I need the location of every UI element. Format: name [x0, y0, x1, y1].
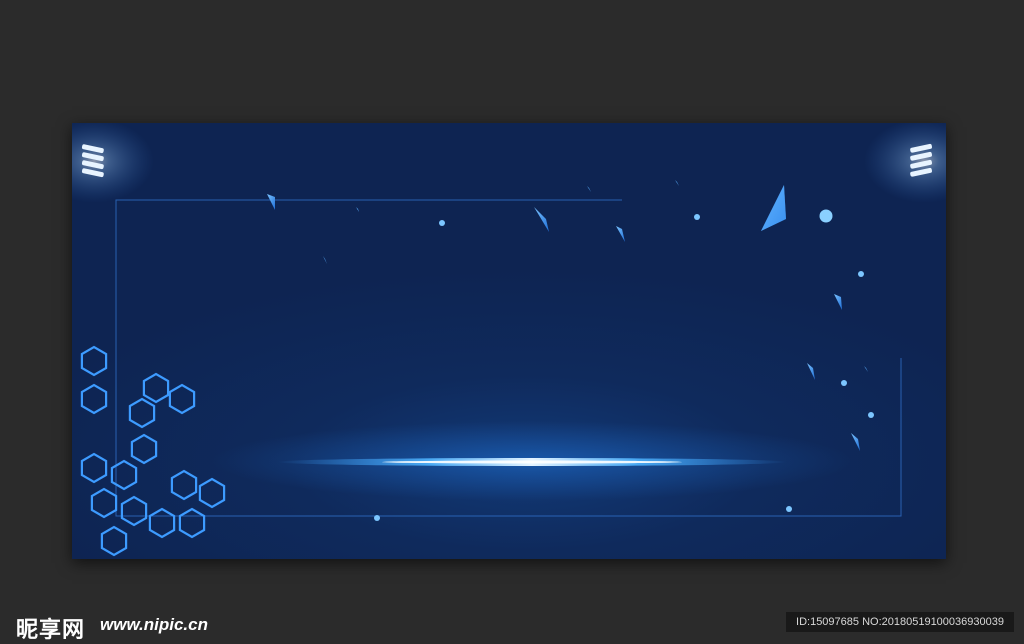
spotlight-left [72, 123, 154, 203]
crystal-shards [267, 180, 868, 451]
hexagon-outline [130, 433, 158, 465]
image-id-label: ID:15097685 NO:20180519100036930039 [786, 612, 1014, 632]
hexagon-outline [100, 525, 128, 557]
poster-canvas [72, 123, 946, 559]
hexagon-outline [90, 487, 118, 519]
hexagon-outline [198, 477, 226, 509]
hexagon-outline [128, 397, 156, 429]
hexagon-outline [80, 345, 108, 377]
hexagon-outline [120, 495, 148, 527]
hexagon-outline [178, 507, 206, 539]
hexagon-outline [142, 372, 170, 404]
light-beam [212, 421, 852, 501]
hexagon-outline [170, 469, 198, 501]
hexagon-outline [80, 383, 108, 415]
hexagon-outline [80, 452, 108, 484]
hexagon-outline [168, 383, 196, 415]
watermark-url: www.nipic.cn [100, 615, 208, 634]
hexagon-outline [148, 507, 176, 539]
watermark-logo: 昵享网 [16, 618, 86, 643]
poster-artwork [72, 123, 946, 557]
hexagon-cluster [80, 345, 226, 557]
spotlight-right [864, 123, 946, 203]
